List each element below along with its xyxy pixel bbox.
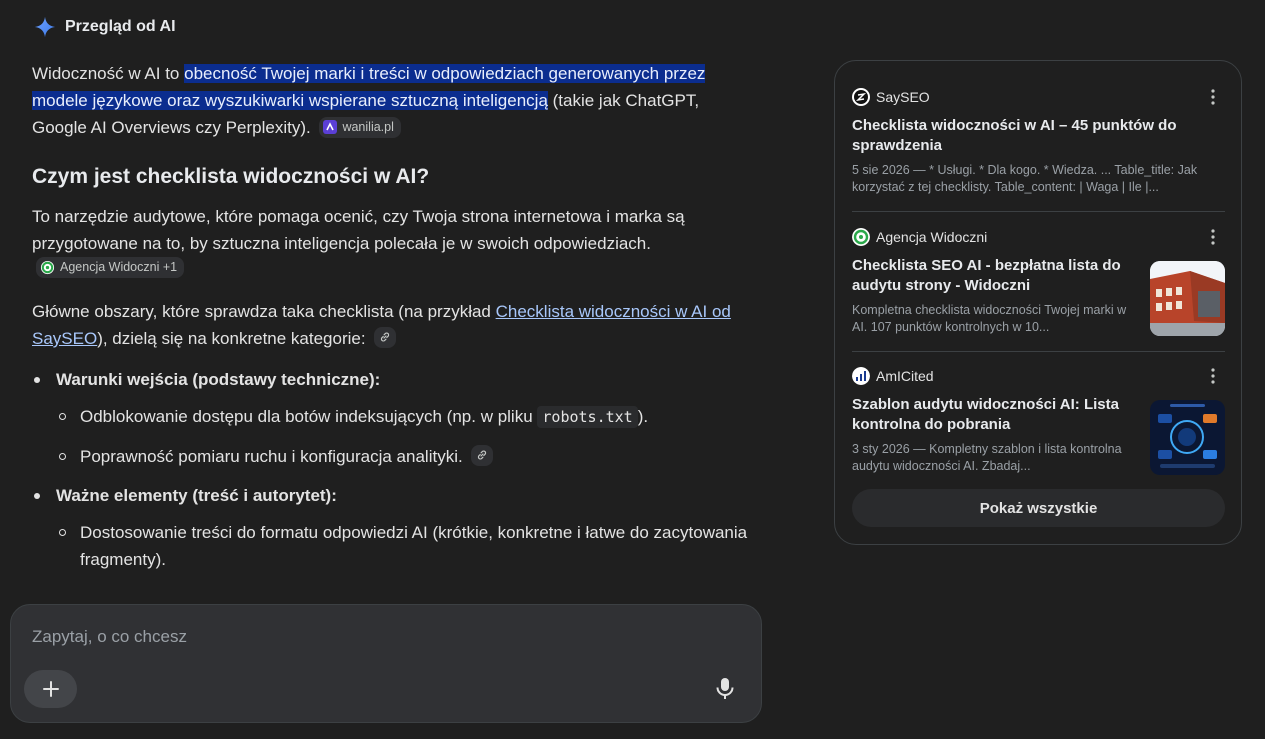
list-item: Dostosowanie treści do formatu odpowiedz… <box>56 519 752 573</box>
link-icon <box>478 450 487 460</box>
more-options-icon[interactable] <box>1205 88 1221 106</box>
ask-input-placeholder[interactable]: Zapytaj, o co chcesz <box>32 627 187 647</box>
source-card-sayseo[interactable]: SaySEO Checklista widoczności w AI – 45 … <box>852 87 1225 196</box>
more-options-icon[interactable] <box>1205 228 1221 246</box>
source-snippet: 3 sty 2026 — Kompletny szablon i lista k… <box>852 442 1122 473</box>
show-all-button[interactable]: Pokaż wszystkie <box>852 489 1225 527</box>
sub-list: Odblokowanie dostępu dla botów indeksują… <box>56 403 752 470</box>
source-site-name: SaySEO <box>876 89 930 105</box>
category-title: Warunki wejścia (podstawy techniczne): <box>56 370 381 389</box>
item-text-end: ). <box>637 407 649 426</box>
sayseo-favicon-icon <box>852 88 870 106</box>
source-card-amicited[interactable]: AmICited Szablon audytu widoczności AI: … <box>852 366 1225 475</box>
amicited-favicon-icon <box>852 367 870 385</box>
source-site-name: Agencja Widoczni <box>876 229 988 245</box>
list-item: Ważne elementy (treść i autorytet): Dost… <box>32 482 752 573</box>
dashboard-thumbnail-image[interactable] <box>1150 400 1225 475</box>
ai-answer: Widoczność w AI to obecność Twojej marki… <box>32 60 752 585</box>
wanilia-favicon-icon <box>323 120 338 134</box>
source-card-widoczni[interactable]: Agencja Widoczni Checklista SEO AI - bez… <box>852 227 1225 336</box>
source-site-row: Agencja Widoczni <box>852 227 1225 247</box>
paragraph-definition: To narzędzie audytowe, które pomaga ocen… <box>32 203 752 284</box>
sub-list: Dostosowanie treści do formatu odpowiedz… <box>56 519 752 573</box>
source-title[interactable]: Checklista SEO AI - bezpłatna lista do a… <box>852 256 1137 296</box>
source-link-chip[interactable] <box>374 326 397 348</box>
source-chip-label: wanilia.pl <box>342 119 394 134</box>
divider <box>852 211 1225 212</box>
list-item: Odblokowanie dostępu dla botów indeksują… <box>56 403 752 431</box>
gemini-sparkle-icon <box>34 16 56 38</box>
source-title[interactable]: Szablon audytu widoczności AI: Lista kon… <box>852 395 1137 435</box>
category-list: Warunki wejścia (podstawy techniczne): O… <box>32 366 752 573</box>
list-item: Warunki wejścia (podstawy techniczne): O… <box>32 366 752 470</box>
sources-panel: SaySEO Checklista widoczności w AI – 45 … <box>834 60 1242 545</box>
source-snippet: Kompletna checklista widoczności Twojej … <box>852 303 1127 334</box>
paragraph-areas: Główne obszary, które sprawdza taka chec… <box>32 298 752 352</box>
ask-box[interactable]: Zapytaj, o co chcesz <box>10 604 762 723</box>
item-text: Poprawność pomiaru ruchu i konfiguracja … <box>80 447 463 466</box>
add-button[interactable] <box>24 670 77 708</box>
intro-text: Widoczność w AI to <box>32 64 185 83</box>
source-chip-wanilia[interactable]: wanilia.pl <box>319 116 401 138</box>
source-snippet: 5 sie 2026 — * Usługi. * Dla kogo. * Wie… <box>852 163 1198 194</box>
intro-paragraph: Widoczność w AI to obecność Twojej marki… <box>32 60 752 141</box>
source-title[interactable]: Checklista widoczności w AI – 45 punktów… <box>852 116 1225 156</box>
source-site-row: AmICited <box>852 366 1225 386</box>
ai-overview-header: Przegląd od AI <box>34 16 176 38</box>
ai-overview-title: Przegląd od AI <box>65 18 176 35</box>
source-link-chip[interactable] <box>471 444 494 466</box>
source-site-name: AmICited <box>876 368 934 384</box>
widoczni-favicon-icon <box>852 228 870 246</box>
item-text: Odblokowanie dostępu dla botów indeksują… <box>80 407 538 426</box>
microphone-icon[interactable] <box>714 677 736 701</box>
section-heading: Czym jest checklista widoczności w AI? <box>32 165 430 188</box>
building-thumbnail-image[interactable] <box>1150 261 1225 336</box>
divider <box>852 351 1225 352</box>
widoczni-favicon-icon <box>40 260 55 275</box>
source-site-row: SaySEO <box>852 87 1225 107</box>
list-item: Poprawność pomiaru ruchu i konfiguracja … <box>56 443 752 470</box>
source-chip-widoczni[interactable]: Agencja Widoczni +1 <box>36 257 185 278</box>
code-snippet: robots.txt <box>537 406 638 428</box>
areas-text: Główne obszary, które sprawdza taka chec… <box>32 302 496 321</box>
areas-text-end: ), dzielą się na konkretne kategorie: <box>97 329 366 348</box>
definition-text: To narzędzie audytowe, które pomaga ocen… <box>32 207 685 253</box>
more-options-icon[interactable] <box>1205 367 1221 385</box>
link-icon <box>381 332 390 342</box>
plus-icon <box>42 681 59 697</box>
item-text: Dostosowanie treści do formatu odpowiedz… <box>80 523 748 569</box>
source-chip-label: Agencja Widoczni +1 <box>60 260 178 274</box>
category-title: Ważne elementy (treść i autorytet): <box>56 486 337 505</box>
